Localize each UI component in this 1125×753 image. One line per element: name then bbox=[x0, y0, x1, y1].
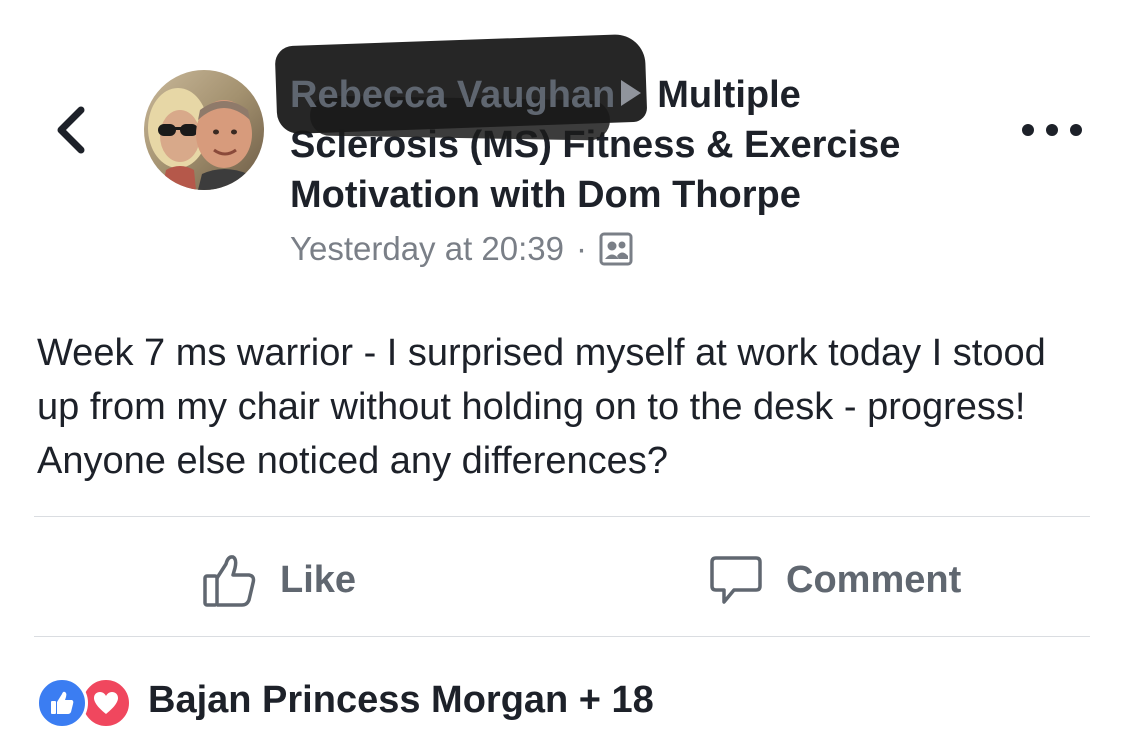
chevron-left-icon bbox=[57, 106, 85, 154]
more-options-button[interactable] bbox=[1022, 112, 1082, 148]
group-members-icon[interactable] bbox=[599, 232, 633, 266]
back-button[interactable] bbox=[40, 100, 100, 160]
divider bbox=[34, 516, 1090, 517]
post-detail-screen: Rebecca Vaughan Multiple Sclerosis (MS) … bbox=[0, 0, 1125, 753]
author-name: Rebecca Vaughan bbox=[290, 74, 616, 116]
reaction-icons bbox=[36, 674, 136, 729]
like-button[interactable]: Like bbox=[202, 540, 356, 620]
comment-button[interactable]: Comment bbox=[708, 540, 961, 620]
like-reaction-icon bbox=[36, 677, 88, 729]
post-metadata: Yesterday at 20:39 · bbox=[290, 226, 633, 272]
comment-bubble-icon bbox=[710, 556, 762, 604]
author-name-link[interactable]: Rebecca Vaughan bbox=[274, 33, 648, 141]
post-header-title: Rebecca Vaughan Multiple Sclerosis (MS) … bbox=[274, 33, 980, 220]
reactions-summary[interactable]: Bajan Princess Morgan + 18 bbox=[36, 670, 654, 730]
profile-photo bbox=[144, 70, 264, 190]
ellipsis-icon bbox=[1022, 124, 1034, 136]
metadata-separator: · bbox=[576, 230, 587, 267]
ellipsis-icon bbox=[1070, 124, 1082, 136]
timestamp[interactable]: Yesterday at 20:39 bbox=[290, 230, 564, 268]
ellipsis-icon bbox=[1046, 124, 1058, 136]
thumbs-up-icon bbox=[203, 555, 256, 607]
comment-label: Comment bbox=[786, 558, 962, 601]
avatar[interactable] bbox=[144, 70, 264, 190]
divider bbox=[34, 636, 1090, 637]
reactors-text: Bajan Princess Morgan + 18 bbox=[148, 678, 654, 721]
like-label: Like bbox=[280, 558, 357, 601]
post-text: Week 7 ms warrior - I surprised myself a… bbox=[37, 332, 1046, 482]
arrow-right-icon bbox=[621, 79, 642, 106]
